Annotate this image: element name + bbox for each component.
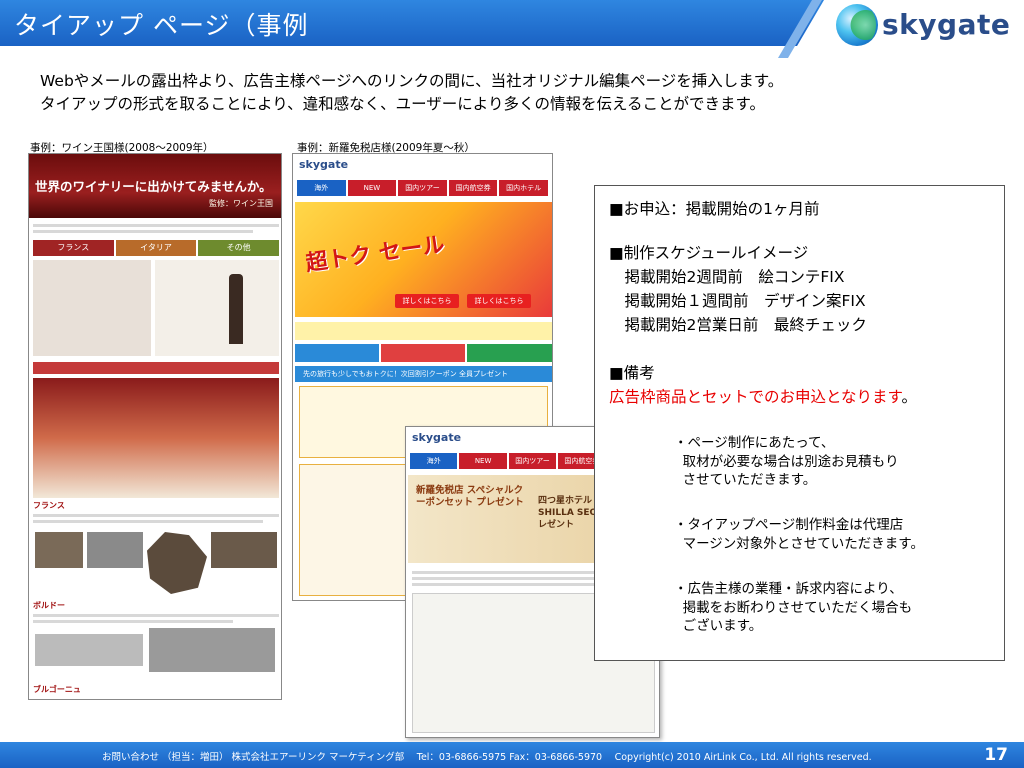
intro-text: Webやメールの露出枠より、広告主様ページへのリンクの間に、当社オリジナル編集ペ… bbox=[40, 70, 1000, 116]
section-bordeaux: ボルドー bbox=[33, 601, 65, 610]
skygate-mini-logo: skygate bbox=[299, 158, 349, 171]
info-schedule-heading: ■制作スケジュールイメージ bbox=[609, 244, 809, 262]
france-map bbox=[147, 532, 207, 594]
intro-line-2: タイアップの形式を取ることにより、違和感なく、ユーザーにより多くの情報を伝えるこ… bbox=[40, 95, 765, 113]
france-photo-band bbox=[33, 378, 279, 498]
wine-banner: 世界のワイナリーに出かけてみませんか。 監修：ワイン王国 bbox=[29, 154, 281, 218]
info-remarks-red: 広告枠商品とセットでのお申込となります bbox=[609, 388, 902, 406]
text-placeholder bbox=[33, 224, 279, 227]
nav-domestic-hotel: 国内ホテル bbox=[499, 180, 548, 196]
shilla-coupon-title: 新羅免税店 スペシャルクーポンセット プレゼント bbox=[416, 485, 524, 508]
photo-placeholder bbox=[211, 532, 277, 568]
wine-banner-title: 世界のワイナリーに出かけてみませんか。 bbox=[35, 179, 272, 194]
wine-banner-sub: 監修：ワイン王国 bbox=[209, 199, 273, 208]
footer-bar: お問い合わせ （担当：増田） 株式会社エアーリンク マーケティング部 Tel：0… bbox=[0, 742, 1024, 768]
page-number: 17 bbox=[984, 745, 1008, 765]
note-fee: ・タイアップページ制作料金は代理店 マージン対象外とさせていただきます。 bbox=[674, 517, 924, 552]
hero-detail-button-2: 詳しくはこちら bbox=[467, 294, 531, 308]
wine-recommend-panel bbox=[155, 260, 279, 356]
skygate-logo: skygate bbox=[836, 4, 1016, 48]
promo-tile bbox=[381, 344, 465, 362]
slide: タイアップ ページ（事例 skygate Webやメールの露出枠より、広告主様ペ… bbox=[0, 0, 1024, 768]
info-application: ■お申込：掲載開始の1ヶ月前 bbox=[609, 200, 820, 218]
skygate-nav: 海外 NEW 国内ツアー 国内航空券 国内ホテル bbox=[293, 180, 552, 196]
info-remarks: 広告枠商品とセットでのお申込となります。 bbox=[609, 386, 917, 408]
sale-hero-banner: 超トク セール 詳しくはこちら 詳しくはこちら bbox=[295, 202, 552, 317]
globe-icon bbox=[836, 4, 878, 46]
campaign-bar bbox=[295, 322, 552, 340]
photo-placeholder bbox=[35, 634, 143, 666]
logo-text: skygate bbox=[882, 8, 1011, 41]
sale-hero-title: 超トク セール bbox=[304, 232, 447, 277]
promo-tile bbox=[295, 344, 379, 362]
note-production: ・ページ制作にあたって、 取材が必要な場合は別途お見積もり させていただきます。 bbox=[674, 435, 899, 488]
photo-placeholder bbox=[35, 532, 83, 568]
text-placeholder bbox=[33, 620, 233, 623]
wine-tab-france: フランス bbox=[33, 240, 114, 256]
section-bar bbox=[33, 362, 279, 374]
nav-new: NEW bbox=[347, 180, 397, 196]
photo-placeholder bbox=[149, 628, 275, 672]
text-placeholder bbox=[33, 230, 253, 233]
hero-detail-button-1: 詳しくはこちら bbox=[395, 294, 459, 308]
nav-overseas: 海外 bbox=[297, 180, 346, 196]
slide-title: タイアップ ページ（事例 bbox=[14, 11, 309, 40]
info-remarks-end: 。 bbox=[901, 388, 918, 406]
nav-domestic-tour: 国内ツアー bbox=[398, 180, 447, 196]
wine-tabs: フランス イタリア その他 bbox=[33, 240, 280, 256]
skygate-mini-logo: skygate bbox=[412, 431, 462, 444]
info-schedule-2: 掲載開始１週間前 デザイン案FIX bbox=[609, 292, 866, 310]
footer-contact-text: お問い合わせ （担当：増田） 株式会社エアーリンク マーケティング部 Tel：0… bbox=[102, 752, 872, 763]
wine-example-screenshot: 世界のワイナリーに出かけてみませんか。 監修：ワイン王国 フランス イタリア そ… bbox=[28, 153, 282, 700]
nav-domestic-tour: 国内ツアー bbox=[508, 453, 557, 469]
wine-tab-italy: イタリア bbox=[115, 240, 197, 256]
info-remarks-heading: ■備考 bbox=[609, 364, 655, 382]
info-schedule-3: 掲載開始2営業日前 最終チェック bbox=[609, 316, 867, 334]
photo-placeholder bbox=[87, 532, 143, 568]
nav-domestic-air: 国内航空券 bbox=[448, 180, 498, 196]
wine-bottle bbox=[229, 274, 243, 344]
nav-overseas: 海外 bbox=[410, 453, 458, 469]
coupon-strip: 先の旅行も少しでもおトクに！次回割引クーポン 全員プレゼント bbox=[295, 366, 552, 382]
nav-new: NEW bbox=[459, 453, 507, 469]
wine-tab-other: その他 bbox=[198, 240, 280, 256]
note-decline: ・広告主様の業種・訴求内容により、 掲載をお断わりさせていただく場合も ございま… bbox=[674, 581, 913, 634]
text-placeholder bbox=[33, 520, 263, 523]
promo-tile bbox=[467, 344, 552, 362]
intro-line-1: Webやメールの露出枠より、広告主様ページへのリンクの間に、当社オリジナル編集ペ… bbox=[40, 72, 784, 90]
section-france: フランス bbox=[33, 501, 65, 510]
info-schedule-1: 掲載開始2週間前 絵コンテFIX bbox=[609, 268, 845, 286]
search-panel bbox=[33, 260, 151, 356]
skygate-header: skygate bbox=[293, 154, 552, 178]
text-placeholder bbox=[33, 514, 279, 517]
text-placeholder bbox=[33, 614, 279, 617]
section-bourgogne: ブルゴーニュ bbox=[33, 685, 81, 694]
